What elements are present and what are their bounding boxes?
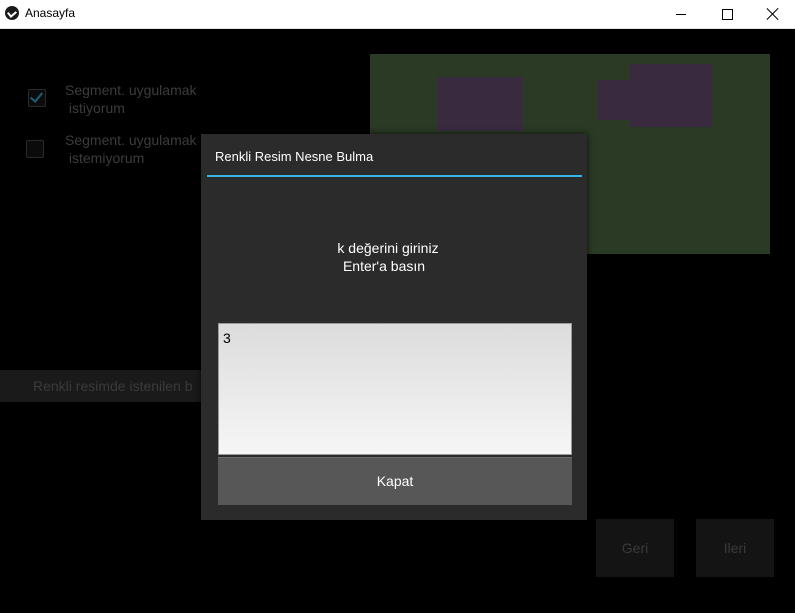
close-icon [767, 8, 779, 20]
checkbox-label-segment-yes: Segment. uygulamak istiyorum [65, 82, 197, 116]
checkbox-segment-yes[interactable] [28, 89, 46, 107]
maximize-icon [721, 8, 733, 20]
popup-close-button[interactable]: Kapat [218, 457, 572, 505]
kivy-logo-icon [5, 6, 19, 20]
popup-title: Renkli Resim Nesne Bulma [215, 149, 374, 164]
popup-message: k değerini giriniz Enter'a basın [201, 239, 587, 275]
popup-message-line1: k değerini giriniz [337, 240, 439, 256]
popup-title-separator [207, 175, 582, 177]
maximize-button[interactable] [704, 0, 750, 28]
segment-region [437, 77, 523, 131]
segment-region [630, 64, 712, 127]
popup-message-line2: Enter'a basın [342, 258, 426, 274]
close-window-button[interactable] [750, 0, 795, 28]
checkbox-label-segment-no: Segment. uygulamak istemiyorum [65, 132, 197, 166]
checkbox-segment-no[interactable] [26, 140, 44, 158]
window-title: Anasayfa [25, 6, 76, 20]
k-value-input[interactable]: 3 [218, 323, 572, 455]
minimize-button[interactable] [658, 0, 704, 28]
next-button[interactable]: Ileri [696, 519, 774, 577]
minimize-icon [676, 13, 686, 15]
k-value-popup: Renkli Resim Nesne Bulma k değerini giri… [201, 134, 587, 520]
back-button[interactable]: Geri [596, 519, 674, 577]
color-image-field[interactable]: Renkli resimde istenilen b [0, 370, 220, 402]
window-titlebar: Anasayfa [0, 0, 795, 29]
